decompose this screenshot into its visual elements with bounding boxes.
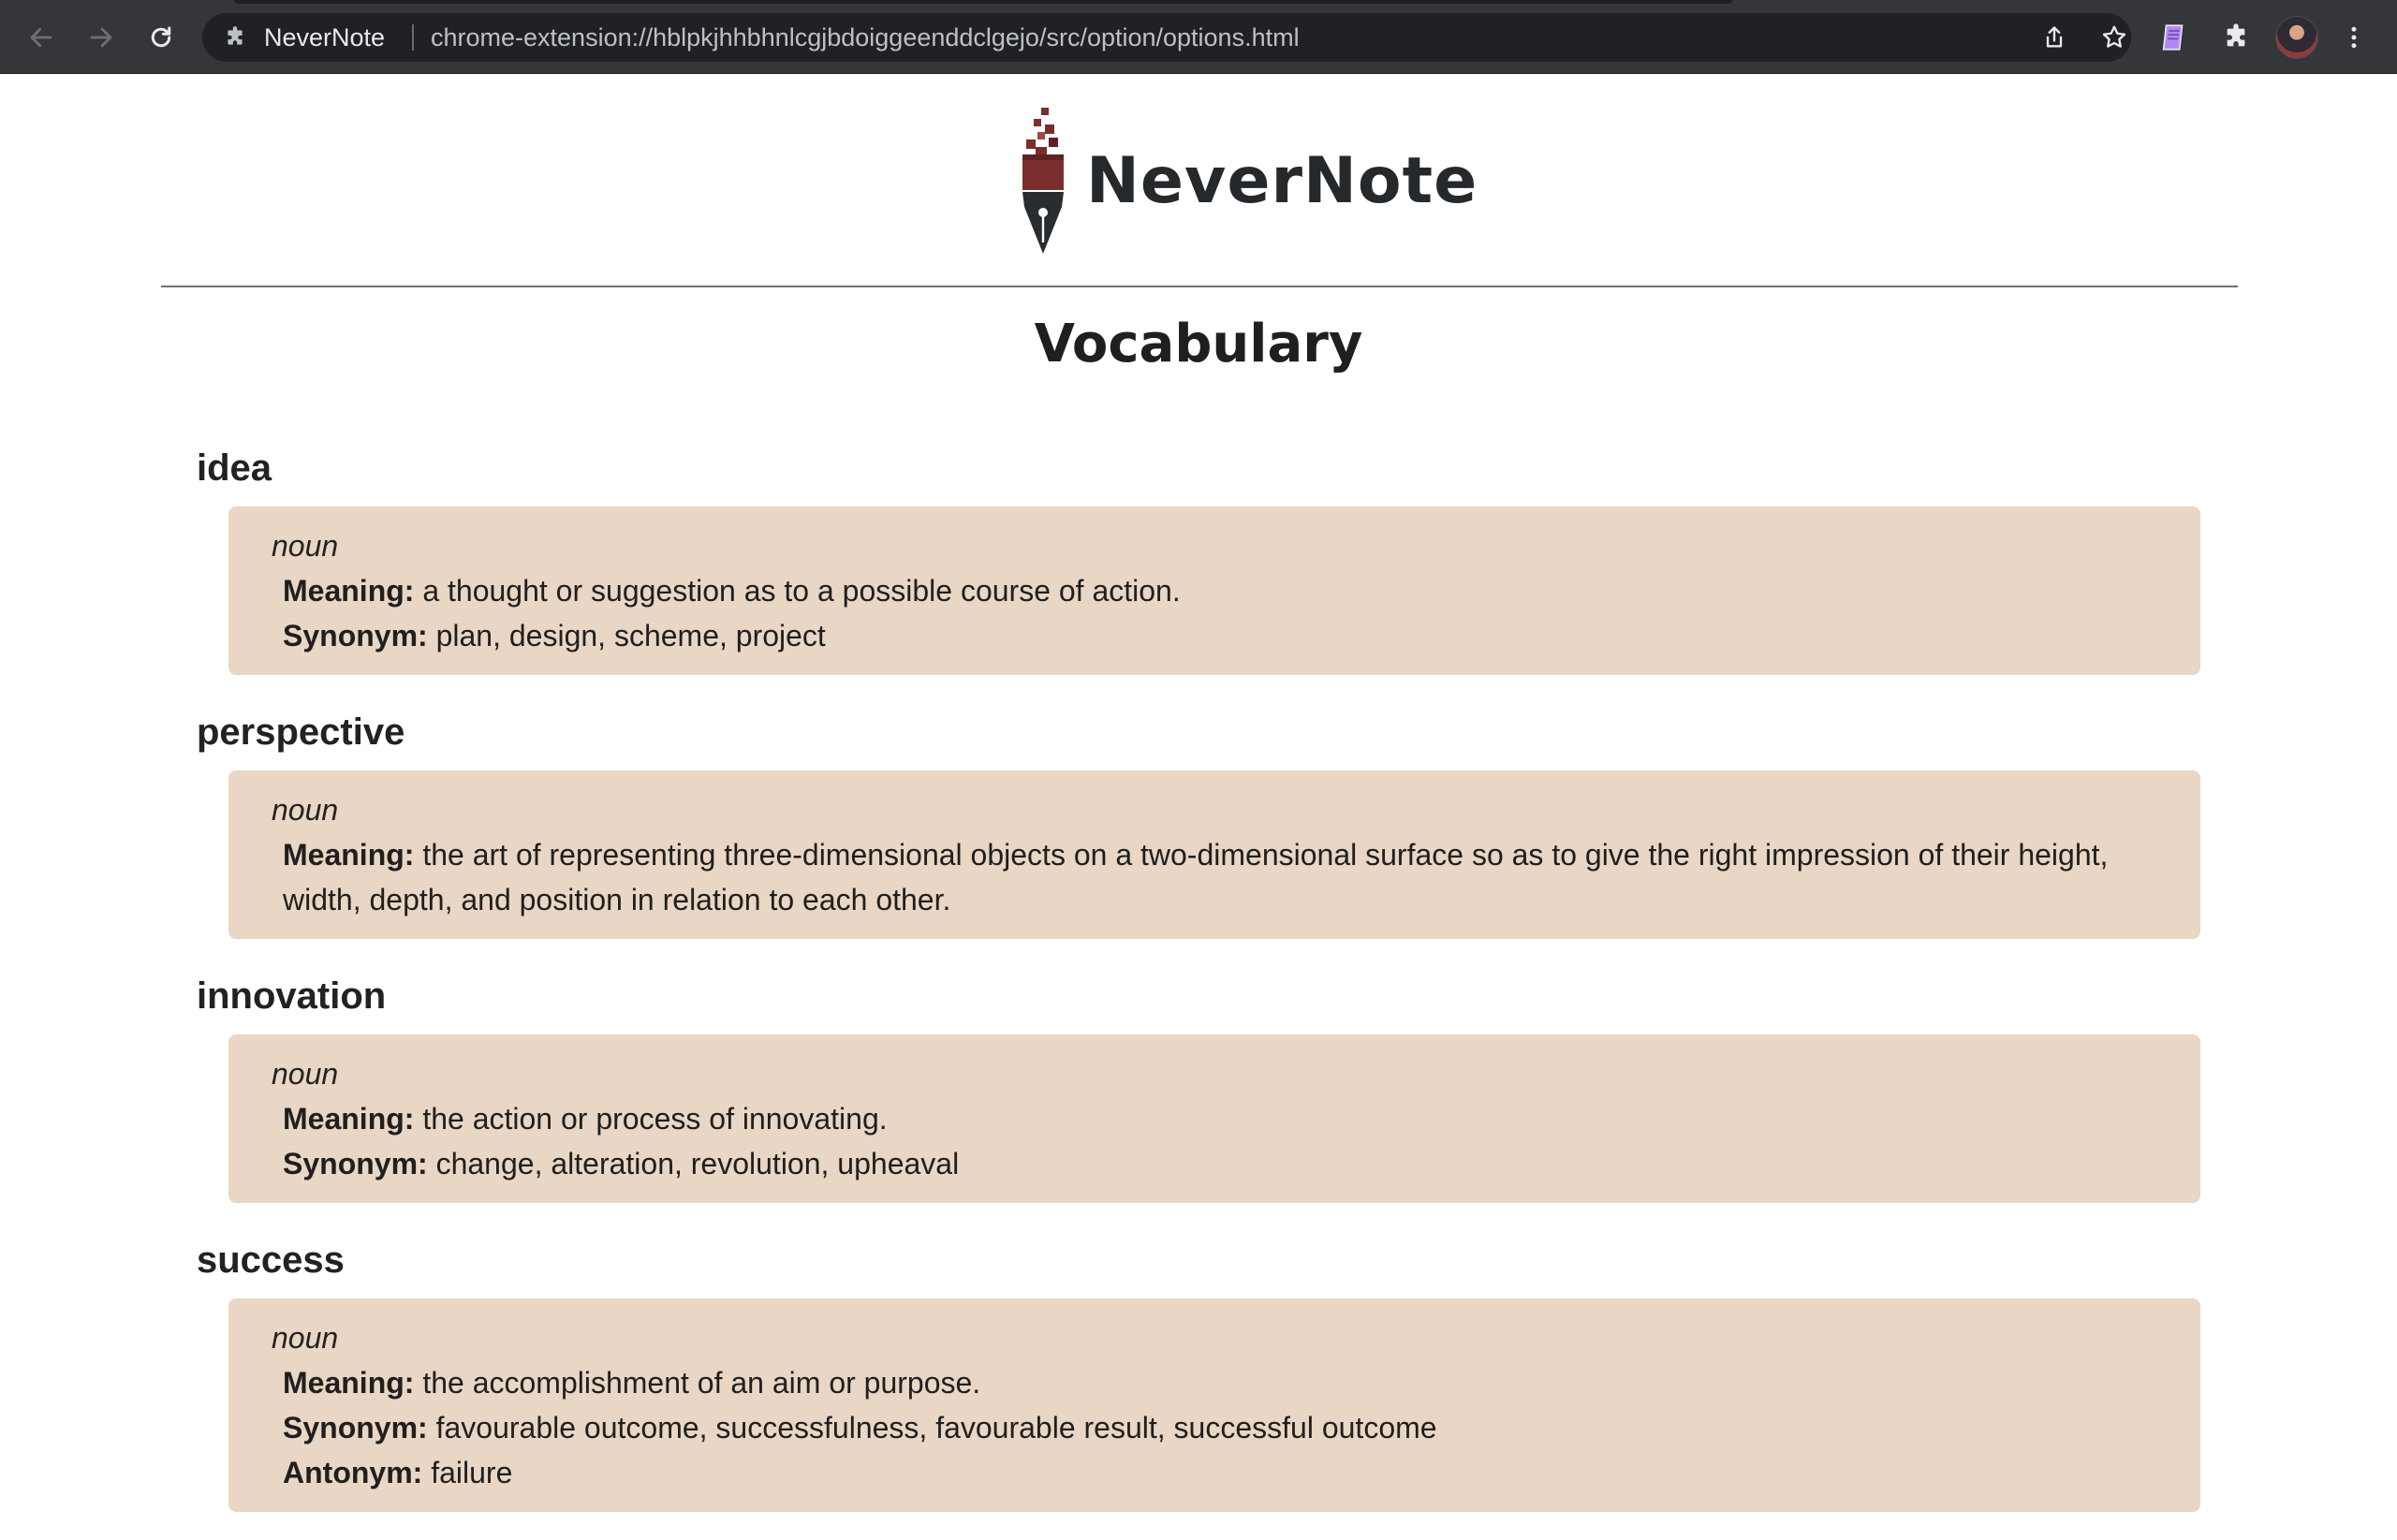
bookmark-button[interactable] xyxy=(2099,22,2129,52)
browser-menu-button[interactable] xyxy=(2333,17,2375,58)
vocab-word: success xyxy=(197,1239,345,1281)
meaning-label: Meaning: xyxy=(283,1102,415,1136)
meaning-row: Meaning: a thought or suggestion as to a… xyxy=(272,568,2163,613)
definition-card: noun Meaning: a thought or suggestion as… xyxy=(228,506,2200,675)
synonym-text: change, alteration, revolution, upheaval xyxy=(435,1147,960,1181)
synonym-label: Synonym: xyxy=(283,1411,428,1445)
address-bar[interactable]: NeverNote chrome-extension://hblpkjhhbhn… xyxy=(202,13,2131,62)
header-divider xyxy=(161,286,2238,287)
vocab-word: idea xyxy=(197,447,272,489)
vocab-entry: innovation noun Meaning: the action or p… xyxy=(197,967,2200,1203)
star-icon xyxy=(2102,25,2126,48)
meaning-row: Meaning: the art of representing three-d… xyxy=(272,832,2163,922)
tab-strip-edge xyxy=(234,0,1732,4)
share-icon xyxy=(2046,26,2063,48)
reload-button[interactable] xyxy=(142,19,180,56)
meaning-label: Meaning: xyxy=(283,1366,415,1400)
vocab-entry: success noun Meaning: the accomplishment… xyxy=(197,1231,2200,1512)
synonym-text: plan, design, scheme, project xyxy=(435,619,826,653)
back-arrow-icon xyxy=(30,27,52,48)
definition-card: noun Meaning: the art of representing th… xyxy=(228,770,2200,939)
meaning-text: the art of representing three-dimensiona… xyxy=(283,838,2109,917)
options-page: NeverNote Vocabulary idea noun Meaning: … xyxy=(0,74,2397,1512)
antonym-row: Antonym: failure xyxy=(272,1450,2163,1495)
part-of-speech: noun xyxy=(272,1057,339,1091)
synonym-row: Synonym: favourable outcome, successfuln… xyxy=(272,1405,2163,1450)
brand-name: NeverNote xyxy=(1086,143,1478,218)
synonym-label: Synonym: xyxy=(283,1147,428,1181)
vocab-word: perspective xyxy=(197,711,405,753)
pen-nib-logo-icon xyxy=(1022,108,1064,254)
meaning-label: Meaning: xyxy=(283,838,415,872)
share-button[interactable] xyxy=(2039,22,2069,52)
synonym-text: favourable outcome, successfulness, favo… xyxy=(435,1411,1437,1445)
puzzle-piece-icon xyxy=(2227,23,2245,47)
meaning-label: Meaning: xyxy=(283,574,415,608)
address-separator xyxy=(412,24,414,51)
extensions-menu-button[interactable] xyxy=(2215,17,2257,58)
puzzle-piece-icon xyxy=(228,26,243,45)
nevernote-extension-button[interactable] xyxy=(2154,17,2195,58)
synonym-label: Synonym: xyxy=(283,619,428,653)
definition-card: noun Meaning: the action or process of i… xyxy=(228,1034,2200,1203)
antonym-text: failure xyxy=(431,1456,513,1489)
forward-button[interactable] xyxy=(82,19,120,56)
part-of-speech: noun xyxy=(272,793,339,827)
part-of-speech: noun xyxy=(272,1321,339,1355)
meaning-text: the action or process of innovating. xyxy=(422,1102,888,1136)
brand-header: NeverNote xyxy=(1017,106,1478,256)
vocab-entry: idea noun Meaning: a thought or suggesti… xyxy=(197,439,2200,675)
part-of-speech: noun xyxy=(272,529,339,563)
site-name: NeverNote xyxy=(264,23,386,51)
synonym-row: Synonym: plan, design, scheme, project xyxy=(272,613,2163,658)
definition-card: noun Meaning: the accomplishment of an a… xyxy=(228,1298,2200,1512)
meaning-row: Meaning: the accomplishment of an aim or… xyxy=(272,1360,2163,1405)
reload-icon xyxy=(151,26,171,48)
vocabulary-list: idea noun Meaning: a thought or suggesti… xyxy=(197,439,2200,1540)
meaning-text: a thought or suggestion as to a possible… xyxy=(422,574,1181,608)
notebook-icon xyxy=(2162,24,2184,51)
meaning-row: Meaning: the action or process of innova… xyxy=(272,1096,2163,1141)
meaning-text: the accomplishment of an aim or purpose. xyxy=(422,1366,981,1400)
page-title: Vocabulary xyxy=(1034,314,1363,374)
synonym-row: Synonym: change, alteration, revolution,… xyxy=(272,1141,2163,1186)
vocab-entry: perspective noun Meaning: the art of rep… xyxy=(197,703,2200,939)
avatar[interactable] xyxy=(2275,16,2318,59)
antonym-label: Antonym: xyxy=(283,1456,423,1489)
forward-arrow-icon xyxy=(90,27,112,48)
kebab-menu-icon xyxy=(2351,26,2357,49)
url-text[interactable]: chrome-extension://hblpkjhhbhnlcgjbdoigg… xyxy=(431,13,1300,62)
browser-toolbar: NeverNote chrome-extension://hblpkjhhbhn… xyxy=(0,0,2397,74)
vocab-word: innovation xyxy=(197,975,387,1017)
back-button[interactable] xyxy=(22,19,60,56)
